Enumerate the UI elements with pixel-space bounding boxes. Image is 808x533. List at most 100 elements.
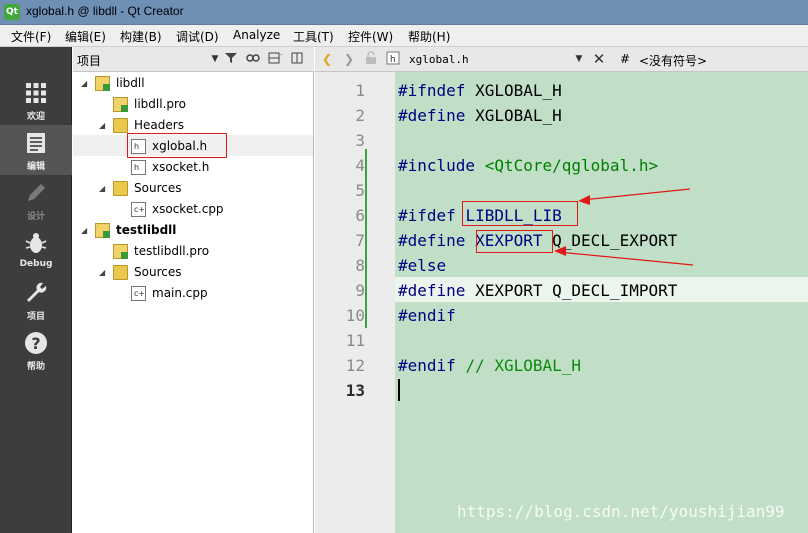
pro-file-icon <box>113 97 128 112</box>
menu-bar: 文件(F) 编辑(E) 构建(B) 调试(D) Analyze 工具(T) 控件… <box>0 25 808 47</box>
line-number: 1 <box>355 81 365 100</box>
project-tree-pane: 项目 ▼ + ◢ libdll libdll.pro ◢ Headers h x… <box>73 47 314 533</box>
mode-welcome[interactable]: 欢迎 <box>0 75 72 125</box>
code-token: // XGLOBAL_H <box>465 356 582 375</box>
design-pencil-icon <box>28 184 45 201</box>
code-editor[interactable]: ❮ ❯ h xglobal.h ▼ ✕ # <没有符号> 1 #ifndef XG… <box>315 47 808 533</box>
tree-label: testlibdll <box>116 223 177 237</box>
svg-text:?: ? <box>31 334 40 353</box>
code-token: #ifdef <box>398 206 456 225</box>
expand-arrow-icon[interactable]: ◢ <box>81 73 91 94</box>
tree-file-testlibdll-pro[interactable]: testlibdll.pro <box>79 241 309 262</box>
code-line[interactable]: #define XEXPORT Q_DECL_IMPORT <box>398 278 677 303</box>
view-dropdown-icon[interactable]: ▼ <box>207 51 223 67</box>
code-line[interactable]: #endif <box>398 303 456 328</box>
mode-debug[interactable]: Debug <box>0 225 72 275</box>
watermark-text: https://blog.csdn.net/youshijian99 <box>457 502 785 521</box>
line-number: 12 <box>345 356 365 375</box>
window-title: xglobal.h @ libdll - Qt Creator <box>26 4 184 18</box>
mode-projects[interactable]: 项目 <box>0 275 72 325</box>
symbol-selector[interactable]: <没有符号> <box>639 52 707 69</box>
menu-help[interactable]: 帮助(H) <box>408 28 450 45</box>
tree-file-libdll-pro[interactable]: libdll.pro <box>79 94 309 115</box>
code-line[interactable]: #else <box>398 253 446 278</box>
code-token: #define <box>398 106 466 125</box>
expand-arrow-icon[interactable]: ◢ <box>99 178 109 199</box>
filter-icon[interactable] <box>223 51 239 67</box>
code-line[interactable]: #include <QtCore/qglobal.h> <box>398 153 658 178</box>
tree-file-xsocket-cpp[interactable]: c+ xsocket.cpp <box>79 199 309 220</box>
tree-project-testlibdll[interactable]: ◢ testlibdll <box>79 220 309 241</box>
open-file-name[interactable]: xglobal.h <box>409 53 469 66</box>
code-token: #ifndef <box>398 81 466 100</box>
line-number: 7 <box>355 231 365 250</box>
mode-label-help: 帮助 <box>26 362 45 372</box>
tree-label: xsocket.h <box>152 160 210 174</box>
project-icon <box>95 76 110 91</box>
code-token: XGLOBAL_H <box>465 81 562 100</box>
svg-text:h: h <box>390 55 396 65</box>
open-files-dropdown-icon[interactable]: ▼ <box>571 51 587 67</box>
code-line[interactable]: #ifndef XGLOBAL_H <box>398 78 562 103</box>
link-with-editor-icon[interactable] <box>245 51 261 67</box>
tree-folder-sources[interactable]: ◢ Sources <box>79 178 309 199</box>
code-token: #endif <box>398 306 456 325</box>
annotation-box-xglobal <box>127 133 227 158</box>
expand-arrow-icon[interactable]: ◢ <box>81 220 91 241</box>
line-number: 5 <box>355 181 365 200</box>
nav-forward-icon[interactable]: ❯ <box>341 51 357 67</box>
line-number: 10 <box>345 306 365 325</box>
mode-design[interactable]: 设计 <box>0 175 72 225</box>
annotation-box-libdll-lib <box>462 201 578 226</box>
line-number: 6 <box>355 206 365 225</box>
nav-back-icon[interactable]: ❮ <box>319 51 335 67</box>
tree-label: Sources <box>134 265 182 279</box>
qt-app-icon: Qt <box>4 4 20 20</box>
tree-label: main.cpp <box>152 286 208 300</box>
menu-edit[interactable]: 编辑(E) <box>65 28 106 45</box>
line-number: 8 <box>355 256 365 275</box>
editor-toolbar: ❮ ❯ h xglobal.h ▼ ✕ # <没有符号> <box>315 47 808 72</box>
line-number: 11 <box>345 331 365 350</box>
tree-folder-sources-2[interactable]: ◢ Sources <box>79 262 309 283</box>
menu-controls[interactable]: 控件(W) <box>348 28 393 45</box>
tree-project-libdll[interactable]: ◢ libdll <box>79 73 309 94</box>
close-file-icon[interactable]: ✕ <box>591 51 607 67</box>
tree-file-main-cpp[interactable]: c+ main.cpp <box>79 283 309 304</box>
tree-label: libdll.pro <box>134 97 187 111</box>
code-token: <QtCore/qglobal.h> <box>484 156 659 175</box>
menu-debug[interactable]: 调试(D) <box>176 28 219 45</box>
close-sidebar-icon[interactable] <box>289 51 305 67</box>
folder-icon <box>113 118 128 133</box>
code-token: #define <box>398 281 466 300</box>
line-number: 3 <box>355 131 365 150</box>
window-titlebar: Qt xglobal.h @ libdll - Qt Creator <box>0 0 808 25</box>
welcome-grid-icon <box>26 83 46 103</box>
menu-build[interactable]: 构建(B) <box>120 28 162 45</box>
mode-label-edit: 编辑 <box>26 162 45 172</box>
code-line[interactable]: #define XGLOBAL_H <box>398 103 562 128</box>
menu-file[interactable]: 文件(F) <box>11 28 51 45</box>
menu-analyze[interactable]: Analyze <box>233 28 280 42</box>
tree-label: xsocket.cpp <box>152 202 224 216</box>
tree-label: Sources <box>134 181 182 195</box>
tree-file-xsocket-h[interactable]: h xsocket.h <box>79 157 309 178</box>
edit-document-icon <box>27 133 45 153</box>
pro-file-icon <box>113 244 128 259</box>
expand-arrow-icon[interactable]: ◢ <box>99 262 109 283</box>
mode-edit[interactable]: 编辑 <box>0 125 72 175</box>
folder-icon <box>113 265 128 280</box>
code-token: XGLOBAL_H <box>465 106 562 125</box>
text-cursor <box>398 379 400 401</box>
mode-label-welcome: 欢迎 <box>26 112 45 122</box>
menu-tools[interactable]: 工具(T) <box>293 28 334 45</box>
project-pane-title: 项目 <box>77 54 102 68</box>
source-file-icon: c+ <box>131 286 146 301</box>
tree-label: libdll <box>116 76 145 90</box>
code-line[interactable]: #endif // XGLOBAL_H <box>398 353 581 378</box>
mode-help[interactable]: ? 帮助 <box>0 325 72 375</box>
expand-arrow-icon[interactable]: ◢ <box>99 115 109 136</box>
split-icon[interactable]: + <box>267 51 286 67</box>
